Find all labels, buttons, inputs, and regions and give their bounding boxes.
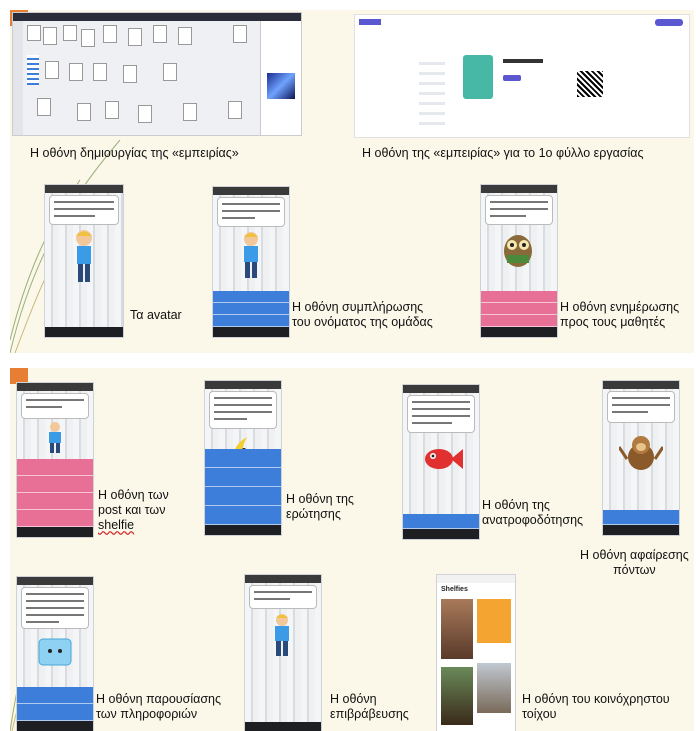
phone-info (16, 576, 94, 731)
caption-experience: Η οθόνη της «εμπειρίας» για το 1ο φύλλο … (362, 146, 644, 160)
caption-reward: Η οθόνη επιβράβευσης (330, 692, 409, 721)
caption-wall: Η οθόνη του κοινόχρηστου τοίχου (522, 692, 670, 721)
phone-wall: Shelfies (436, 574, 516, 731)
phone-reward (244, 574, 322, 731)
caption-editor: Η οθόνη δημιουργίας της «εμπειρίας» (30, 146, 239, 160)
avatar-boy-icon (49, 422, 61, 453)
monkey-character-icon (619, 436, 663, 470)
phone-post (16, 382, 94, 538)
editor-screenshot (12, 12, 302, 136)
caption-question: Η οθόνη της ερώτησης (286, 492, 354, 521)
wall-title: Shelfies (441, 586, 468, 593)
phone-avatar (44, 184, 124, 338)
phone-feedback (402, 384, 480, 540)
caption-info: Η οθόνη παρουσίασης των πληροφοριών (96, 692, 222, 721)
caption-feedback: Η οθόνη της ανατροφοδότησης (482, 498, 584, 527)
caption-team-name: Η οθόνη συμπλήρωσης του ονόματος της ομά… (292, 300, 433, 329)
avatar-boy-icon (76, 230, 92, 282)
shelfie-photo (477, 663, 511, 713)
fish-character-icon (425, 449, 463, 469)
owl-character-icon (504, 235, 532, 267)
phone-update (480, 184, 558, 338)
caption-post: Η οθόνη των post και των shelfie (98, 488, 169, 532)
shelfie-card (477, 599, 511, 643)
ice-cube-character-icon (38, 638, 72, 666)
avatar-boy-icon (275, 614, 289, 656)
avatar-boy-icon (244, 232, 258, 278)
shelfie-photo (441, 599, 473, 659)
experience-screenshot (354, 14, 690, 138)
slide-2: Η οθόνη των post και των shelfie Η οθόνη… (10, 368, 694, 731)
slide-1: Η οθόνη δημιουργίας της «εμπειρίας» Η οθ… (10, 10, 694, 353)
caption-avatar: Τα avatar (130, 308, 182, 322)
phone-points (602, 380, 680, 536)
caption-update: Η οθόνη ενημέρωσης προς τους μαθητές (560, 300, 680, 329)
shelfie-photo (441, 667, 473, 725)
caption-points: Η οθόνη αφαίρεσης πόντων (580, 548, 689, 577)
phone-question (204, 380, 282, 536)
phone-team-name (212, 186, 290, 338)
